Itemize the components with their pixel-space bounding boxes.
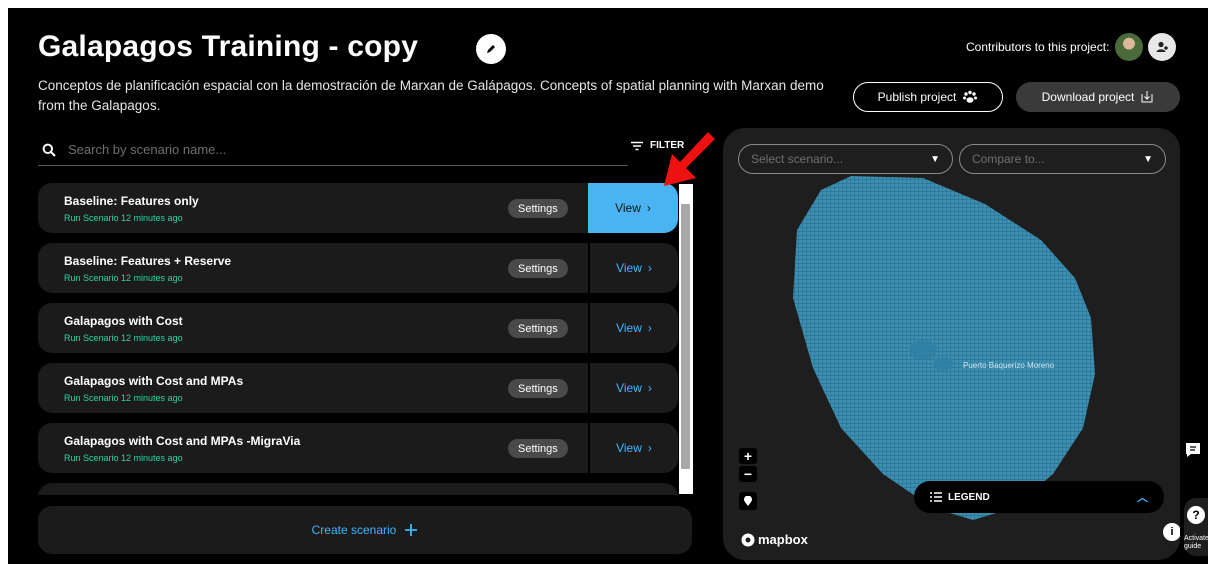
- chevron-right-icon: ›: [647, 321, 652, 335]
- chevron-down-icon: ▼: [1143, 153, 1153, 165]
- scenario-row: Galapagos with Cost and MPAs -MigraVia R…: [38, 423, 678, 473]
- app-frame: Galapagos Training - copy Conceptos de p…: [8, 8, 1208, 564]
- download-project-button[interactable]: Download project: [1016, 82, 1180, 112]
- project-title: Galapagos Training - copy: [38, 30, 419, 63]
- chevron-up-icon: ︿: [1137, 492, 1148, 504]
- place-label: Puerto Baquerizo Moreno: [963, 361, 1055, 370]
- scenario-meta: Run Scenario 12 minutes ago: [64, 393, 183, 403]
- publish-project-button[interactable]: Publish project: [853, 82, 1003, 112]
- paw-icon: [963, 90, 978, 103]
- scenario-row: Baseline: Features only Run Scenario 12 …: [38, 183, 678, 233]
- feedback-icon: [1186, 443, 1200, 457]
- compare-to-dropdown[interactable]: Compare to... ▼: [959, 144, 1166, 174]
- search-input[interactable]: [68, 142, 568, 157]
- search-bar: [38, 134, 628, 166]
- view-label: View: [616, 441, 642, 455]
- create-label: Create scenario: [311, 523, 397, 537]
- scenario-meta: Run Scenario 12 minutes ago: [64, 333, 183, 343]
- zoom-out-button[interactable]: −: [739, 466, 757, 482]
- mapbox-icon: [741, 533, 755, 546]
- scenario-name: Baseline: Features only: [64, 194, 199, 208]
- scenario-settings-button[interactable]: Settings: [508, 439, 568, 458]
- scenario-meta: Run Scenario 12 minutes ago: [64, 273, 183, 283]
- filter-icon: [631, 141, 643, 150]
- scenario-meta: Run Scenario 12 minutes ago: [64, 213, 183, 223]
- pencil-icon: [487, 45, 495, 53]
- feedback-button[interactable]: [1184, 442, 1202, 463]
- scenario-name: Galapagos with Cost and MPAs: [64, 374, 244, 388]
- add-contributor-button[interactable]: [1148, 33, 1176, 61]
- activate-guide-button[interactable]: ? Activate guide: [1184, 498, 1208, 556]
- view-label: View: [615, 201, 641, 215]
- publish-label: Publish project: [877, 90, 957, 104]
- create-scenario-button[interactable]: Create scenario: [38, 506, 692, 554]
- mapbox-label: mapbox: [758, 532, 808, 547]
- scenario-view-button[interactable]: View ›: [588, 363, 678, 413]
- list-icon: [930, 492, 942, 502]
- contributors-label: Contributors to this project:: [966, 40, 1110, 54]
- chevron-right-icon: ›: [647, 381, 652, 395]
- scenario-view-button[interactable]: View ›: [588, 423, 678, 473]
- scenario-meta: Run Scenario 12 minutes ago: [64, 453, 183, 463]
- location-pin-icon: [744, 496, 752, 506]
- legend-toggle[interactable]: LEGEND ︿: [914, 481, 1164, 513]
- scenario-name: Galapagos with Cost: [64, 314, 183, 328]
- scenario-view-button[interactable]: View ›: [588, 303, 678, 353]
- scenario-settings-button[interactable]: Settings: [508, 379, 568, 398]
- plus-icon: [405, 524, 418, 536]
- add-user-icon: [1156, 41, 1168, 52]
- chevron-right-icon: ›: [646, 201, 651, 215]
- select-scenario-placeholder: Select scenario...: [751, 152, 844, 166]
- compare-placeholder: Compare to...: [972, 152, 1045, 166]
- annotation-arrow: [664, 132, 715, 186]
- planning-grid-area: [793, 176, 1095, 520]
- contributor-avatar[interactable]: [1115, 33, 1143, 61]
- scenario-name: Baseline: Features + Reserve: [64, 254, 232, 268]
- scenario-row: Galapagos with Cost and MPAs Run Scenari…: [38, 363, 678, 413]
- zoom-in-button[interactable]: +: [739, 448, 757, 464]
- help-icon: ?: [1187, 506, 1205, 524]
- project-description: Conceptos de planificación espacial con …: [38, 78, 824, 113]
- scenario-name: Galapagos with Cost and MPAs -MigraVia: [64, 434, 301, 448]
- select-scenario-dropdown[interactable]: Select scenario... ▼: [738, 144, 953, 174]
- activate-guide-label: Activate guide: [1184, 535, 1208, 550]
- scenario-row: Baseline: Features + Reserve Run Scenari…: [38, 243, 678, 293]
- legend-title: LEGEND: [930, 492, 990, 503]
- chevron-right-icon: ›: [647, 261, 652, 275]
- scenario-view-button[interactable]: View ›: [588, 243, 678, 293]
- scenario-settings-button[interactable]: Settings: [508, 319, 568, 338]
- scenario-settings-button[interactable]: Settings: [508, 259, 568, 278]
- map-panel[interactable]: Puerto Baquerizo Moreno Select scenario.…: [723, 128, 1180, 560]
- view-label: View: [616, 381, 642, 395]
- legend-label: LEGEND: [948, 491, 990, 503]
- info-button[interactable]: i: [1163, 523, 1180, 541]
- scenario-settings-button[interactable]: Settings: [508, 199, 568, 218]
- mapbox-logo: mapbox: [741, 532, 808, 547]
- scrollbar-thumb[interactable]: [681, 204, 690, 469]
- view-label: View: [616, 261, 642, 275]
- scenario-row: Galapagos with Cost Run Scenario 12 minu…: [38, 303, 678, 353]
- location-pin-button[interactable]: [739, 492, 757, 510]
- chevron-down-icon: ▼: [930, 153, 940, 165]
- search-icon: [42, 143, 56, 157]
- edit-title-button[interactable]: [476, 34, 506, 64]
- download-label: Download project: [1041, 90, 1135, 104]
- chevron-right-icon: ›: [647, 441, 652, 455]
- download-icon: [1141, 91, 1153, 103]
- scenario-row-partial: [38, 483, 678, 495]
- view-label: View: [616, 321, 642, 335]
- scenario-list: Baseline: Features only Run Scenario 12 …: [38, 183, 692, 495]
- scenario-list-scrollbar[interactable]: [679, 184, 693, 494]
